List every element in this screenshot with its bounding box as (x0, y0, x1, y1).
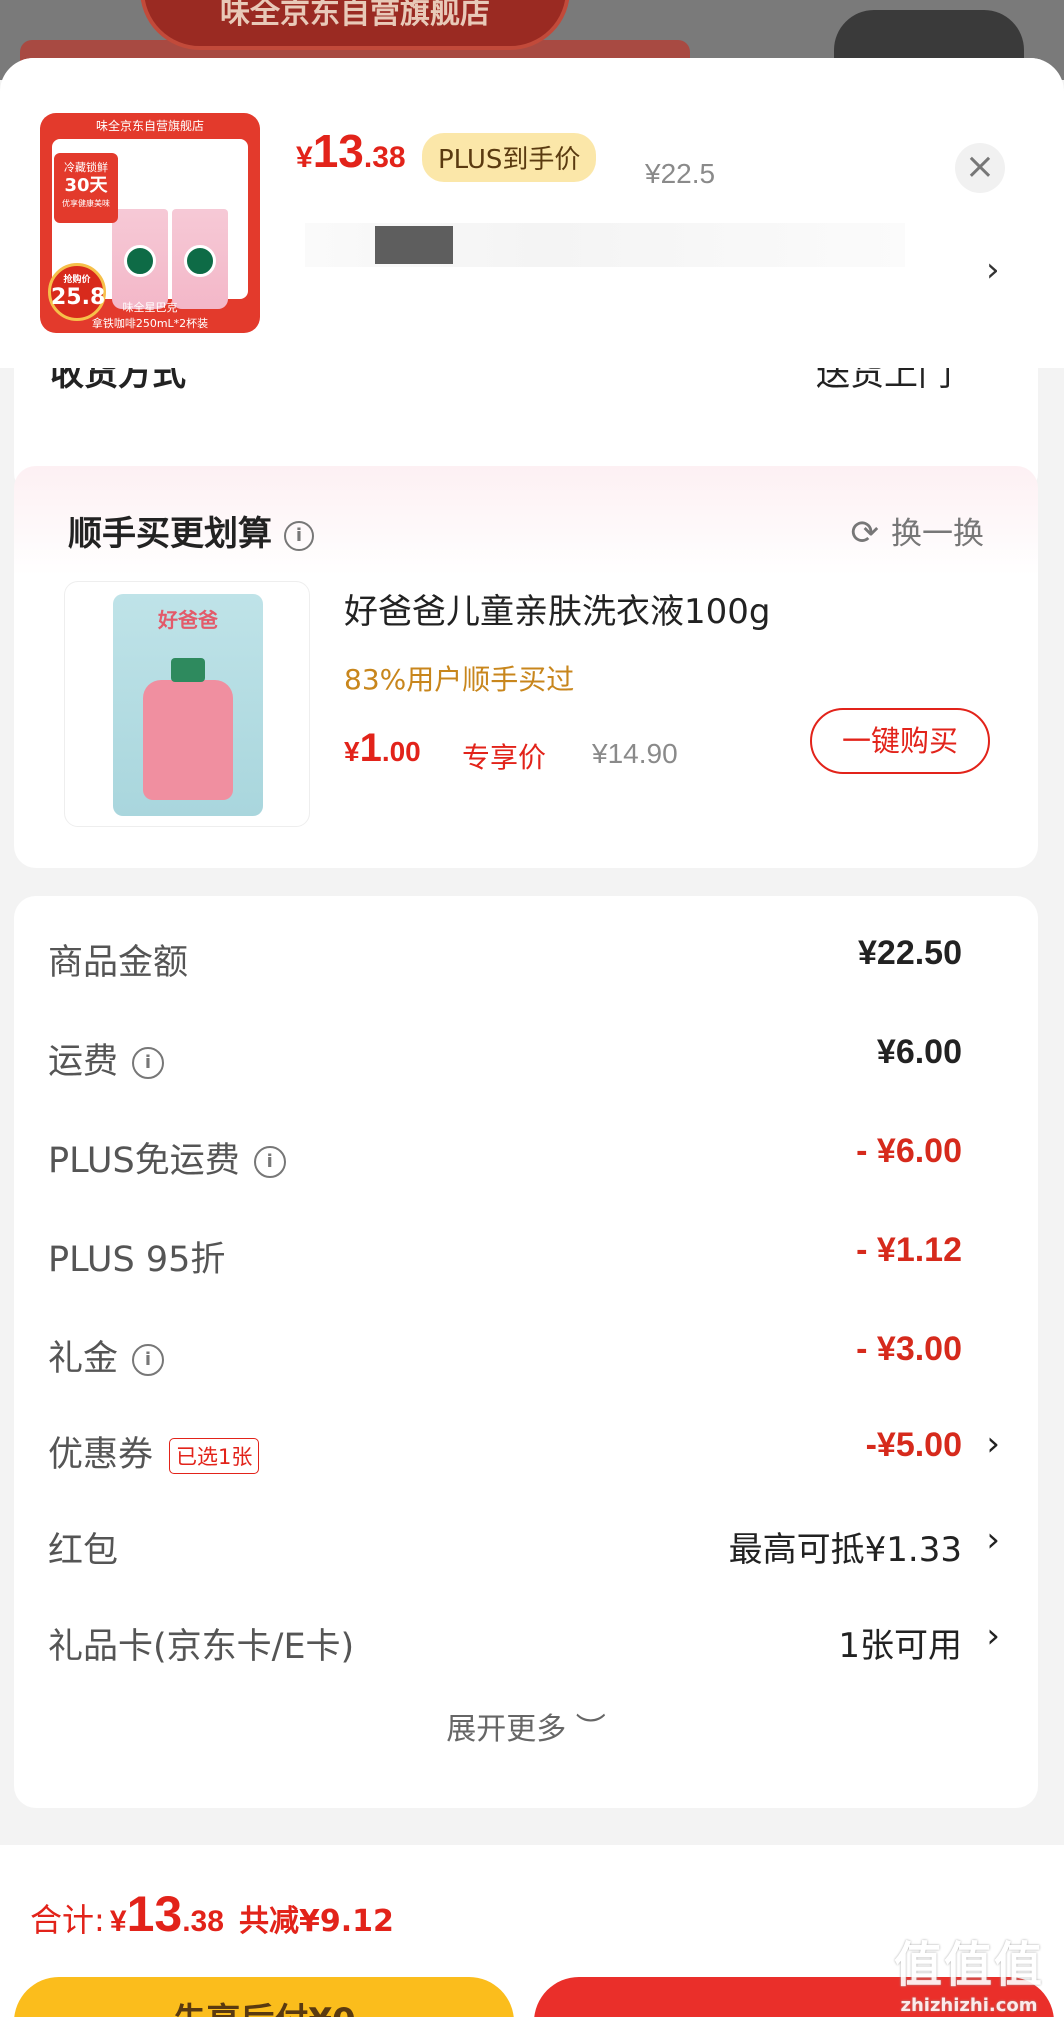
expand-more-button[interactable]: 展开更多 ︶ (14, 1704, 1038, 1748)
detergent-pouch-image: 好爸爸 (113, 594, 263, 816)
thumb-badge-days: 30天 (64, 175, 108, 196)
total-symbol: ¥ (109, 1905, 127, 1938)
plus-price-tag: PLUS到手价 (422, 133, 597, 182)
addon-price-symbol: ¥ (344, 736, 360, 767)
row-label: 红包 (48, 1531, 119, 1571)
refresh-icon: ⟳ (850, 513, 880, 553)
one-click-buy-button[interactable]: 一键购买 (810, 708, 990, 774)
thumb-badge-line3: 优享健康美味 (62, 199, 110, 208)
delivery-label: 收货方式 (50, 368, 186, 394)
checkout-sheet: 味全京东自营旗舰店 冷藏锁鲜 30天 优享健康美味 抢购价 25.8 味全星巴克… (0, 58, 1064, 2017)
row-goods-amount: 商品金额 ¥22.50 (14, 926, 1038, 986)
row-label-text: 礼金 (48, 1339, 119, 1379)
addon-product-image[interactable]: 好爸爸 (64, 581, 310, 827)
row-value: 最高可抵¥1.33 (728, 1530, 962, 1570)
row-value: - ¥1.12 (856, 1231, 962, 1269)
row-label-text: 优惠券 (48, 1435, 154, 1475)
thumb-name-line1: 味全星巴克 (122, 301, 178, 314)
addon-original-price: ¥14.90 (592, 738, 678, 769)
order-total: 合计: ¥13.38 共减¥9.12 (30, 1885, 394, 1943)
row-label: 优惠券 已选1张 (48, 1426, 260, 1477)
row-value: - ¥3.00 (856, 1330, 962, 1368)
swap-label: 换一换 (891, 516, 984, 552)
watermark-logo: 值值值 (893, 1937, 1044, 1993)
price-int: 13 (312, 125, 364, 177)
product-header: 味全京东自营旗舰店 冷藏锁鲜 30天 优享健康美味 抢购价 25.8 味全星巴克… (0, 58, 1064, 368)
original-price: ¥22.5 (645, 158, 716, 189)
row-value: 1张可用 (838, 1626, 962, 1666)
chevron-right-icon[interactable]: › (986, 1616, 1000, 1656)
total-label: 合计: (30, 1901, 105, 1939)
row-value: -¥5.00 (865, 1426, 962, 1464)
product-thumbnail: 味全京东自营旗舰店 冷藏锁鲜 30天 优享健康美味 抢购价 25.8 味全星巴克… (40, 113, 260, 333)
chevron-right-icon[interactable]: › (986, 1424, 1000, 1464)
thumb-product-name: 味全星巴克 拿铁咖啡250mL*2杯装 (40, 297, 260, 333)
chevron-right-icon[interactable]: › (986, 250, 1000, 290)
row-label: 礼品卡(京东卡/E卡) (48, 1627, 355, 1667)
row-label: 运费 i (48, 1033, 165, 1084)
row-label-text: 运费 (48, 1042, 119, 1082)
addon-price-dec: .00 (381, 736, 421, 767)
row-red-packet[interactable]: 红包 最高可抵¥1.33 › (14, 1514, 1038, 1574)
row-coupon[interactable]: 优惠券 已选1张 -¥5.00 › (14, 1418, 1038, 1478)
addon-bought-stat: 83%用户顺手买过 (344, 663, 575, 696)
coffee-cup-image (172, 209, 228, 309)
delivery-value: 送货上门 (816, 368, 952, 394)
row-label-text: PLUS免运费 (48, 1141, 240, 1181)
row-gift-card[interactable]: 礼品卡(京东卡/E卡) 1张可用 › (14, 1610, 1038, 1670)
pouch-brand: 好爸爸 (158, 608, 218, 632)
thumb-fresh-badge: 冷藏锁鲜 30天 优享健康美味 (54, 153, 118, 223)
row-value: ¥22.50 (858, 934, 962, 972)
row-label: 礼金 i (48, 1330, 165, 1381)
total-dec: .38 (182, 1905, 224, 1938)
row-plus-discount: PLUS 95折 - ¥1.12 (14, 1223, 1038, 1283)
redacted-block (375, 226, 453, 264)
chevron-right-icon[interactable]: › (986, 1520, 1000, 1560)
thumb-price-label: 抢购价 (63, 275, 91, 285)
price-symbol: ¥ (296, 141, 313, 174)
addon-title: 顺手买更划算 i (68, 506, 314, 555)
info-icon[interactable]: i (253, 1146, 286, 1178)
pay-later-button[interactable]: 先享后付¥0 (14, 1977, 514, 2017)
thumb-name-line2: 拿铁咖啡250mL*2杯装 (91, 317, 209, 330)
price-summary-card: 商品金额 ¥22.50 运费 i ¥6.00 PLUS免运费 i - ¥6.00 P… (14, 896, 1038, 1808)
close-icon[interactable]: × (955, 143, 1005, 193)
addon-title-text: 顺手买更划算 (68, 514, 272, 554)
total-saved: 共减¥9.12 (239, 1904, 394, 1939)
row-label: 商品金额 (48, 943, 189, 983)
info-icon[interactable]: i (284, 520, 314, 551)
background-store-name: 味全京东自营旗舰店 (140, 0, 570, 50)
row-plus-free-shipping: PLUS免运费 i - ¥6.00 (14, 1124, 1038, 1184)
coffee-cup-image (112, 209, 168, 309)
row-value: - ¥6.00 (856, 1132, 962, 1170)
info-icon[interactable]: i (132, 1344, 165, 1376)
row-label: PLUS免运费 i (48, 1132, 286, 1183)
addon-price-int: 1 (359, 726, 382, 770)
price-dec: .38 (363, 141, 406, 174)
watermark-url: zhizhizhi.com (900, 1995, 1038, 2016)
thumb-store-name: 味全京东自营旗舰店 (95, 119, 204, 133)
addon-product-name[interactable]: 好爸爸儿童亲肤洗衣液100g (344, 584, 770, 633)
row-shipping: 运费 i ¥6.00 (14, 1025, 1038, 1085)
addon-price: ¥1.00 (344, 726, 421, 771)
addon-card: 顺手买更划算 i ⟳ 换一换 好爸爸 好爸爸儿童亲肤洗衣液100g 83%用户顺手买… (14, 466, 1038, 868)
product-price: ¥13.38 (296, 124, 406, 178)
total-int: 13 (126, 1886, 183, 1942)
coupon-selected-tag: 已选1张 (169, 1438, 260, 1474)
row-label: PLUS 95折 (48, 1240, 226, 1280)
row-gift-money: 礼金 i - ¥3.00 (14, 1322, 1038, 1382)
info-icon[interactable]: i (132, 1047, 165, 1079)
swap-button[interactable]: ⟳ 换一换 (851, 508, 985, 553)
row-value: ¥6.00 (876, 1033, 962, 1071)
addon-exclusive-label: 专享价 (462, 741, 547, 774)
site-watermark: 值值值 zhizhizhi.com (894, 1925, 1044, 2016)
